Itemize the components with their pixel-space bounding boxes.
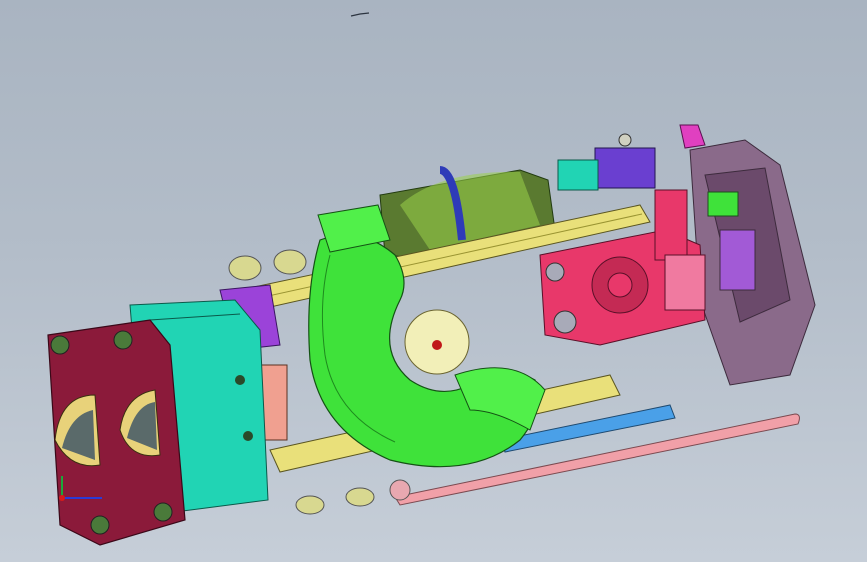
- 3d-viewport[interactable]: [0, 0, 867, 562]
- axis-triad: [59, 476, 102, 501]
- top-purple-bracket[interactable]: [557, 124, 706, 191]
- rear-housing[interactable]: [689, 139, 816, 386]
- z-axis-dot: [59, 495, 65, 501]
- maroon-front-housing[interactable]: [47, 319, 186, 546]
- cad-model[interactable]: [0, 0, 867, 562]
